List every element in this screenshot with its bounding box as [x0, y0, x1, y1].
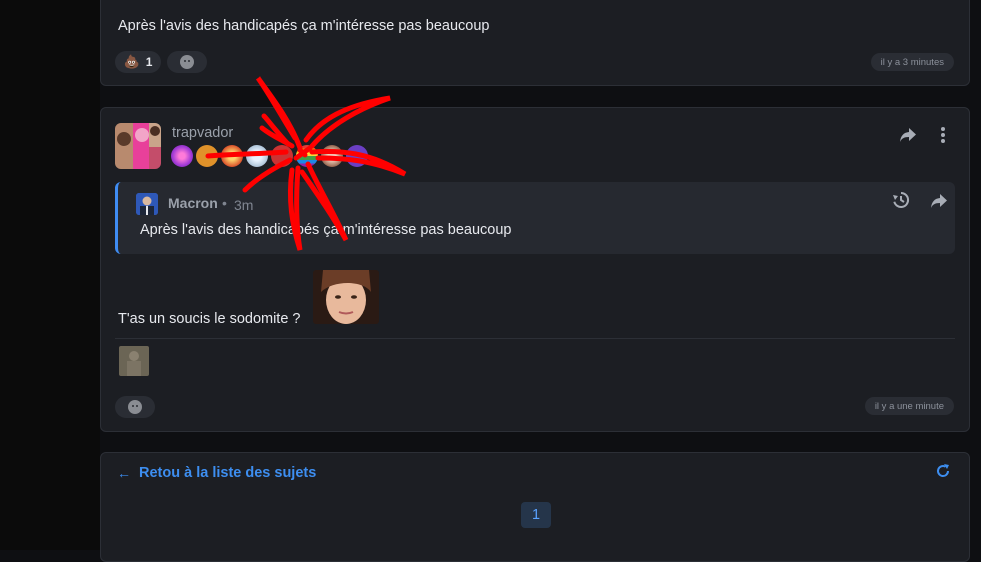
purple-hex-badge-icon [346, 145, 368, 167]
page-1-button[interactable]: 1 [521, 502, 551, 528]
reply-post-card: trapvador Macron • 3m Après l'avis des h… [100, 107, 970, 432]
add-reaction-button[interactable] [167, 51, 207, 73]
poop-reaction-button[interactable]: 💩 1 [115, 51, 161, 73]
left-gutter [0, 0, 100, 550]
poop-emoji-icon: 💩 [123, 54, 140, 69]
quote-share-button[interactable] [929, 191, 949, 211]
share-arrow-icon [931, 194, 947, 208]
user-avatar[interactable] [115, 123, 161, 169]
reaction-count: 1 [145, 55, 153, 69]
previous-post-card: Après l'avis des handicapés ça m'intéres… [100, 0, 970, 86]
history-icon [893, 191, 910, 208]
add-reaction-icon [180, 55, 194, 69]
share-arrow-icon [900, 128, 916, 142]
refresh-icon [937, 464, 950, 477]
quote-author[interactable]: Macron [168, 195, 218, 211]
username[interactable]: trapvador [172, 125, 233, 141]
signature-divider [115, 338, 955, 339]
share-button[interactable] [898, 125, 918, 145]
quote-separator: • [222, 195, 227, 211]
orange-hex-badge-icon [196, 145, 218, 167]
topic-navigation-card: ← Retou à la liste des sujets 1 [100, 452, 970, 562]
back-link-label: Retou à la liste des sujets [139, 465, 317, 481]
user-badges [171, 145, 368, 167]
arrow-left-icon: ← [117, 465, 131, 481]
rainbow-badge-icon [296, 145, 318, 167]
quote-author-avatar [136, 193, 158, 215]
fox-badge-icon [321, 145, 343, 167]
post-timestamp: il y a 3 minutes [870, 53, 954, 71]
previous-post-text: Après l'avis des handicapés ça m'intéres… [118, 18, 490, 34]
add-reaction-button[interactable] [115, 396, 155, 418]
spiral-badge-icon [171, 145, 193, 167]
quote-time: 3m [234, 197, 254, 213]
signature-image [119, 346, 149, 376]
burst-badge-icon [221, 145, 243, 167]
quote-text: Après l'avis des handicapés ça m'intéres… [140, 222, 512, 238]
more-options-button[interactable] [935, 125, 951, 145]
inline-sticker-image[interactable] [313, 270, 379, 324]
reply-text: T'as un soucis le sodomite ? [118, 311, 301, 327]
more-vertical-icon [941, 127, 945, 143]
add-reaction-icon [128, 400, 142, 414]
history-button[interactable] [891, 190, 911, 210]
dot-badge-icon [271, 145, 293, 167]
post-timestamp: il y a une minute [864, 397, 954, 415]
quoted-message: Macron • 3m Après l'avis des handicapés … [115, 182, 955, 254]
refresh-button[interactable] [935, 463, 951, 484]
back-to-topics-link[interactable]: ← Retou à la liste des sujets [117, 465, 316, 481]
cloud-badge-icon [246, 145, 268, 167]
